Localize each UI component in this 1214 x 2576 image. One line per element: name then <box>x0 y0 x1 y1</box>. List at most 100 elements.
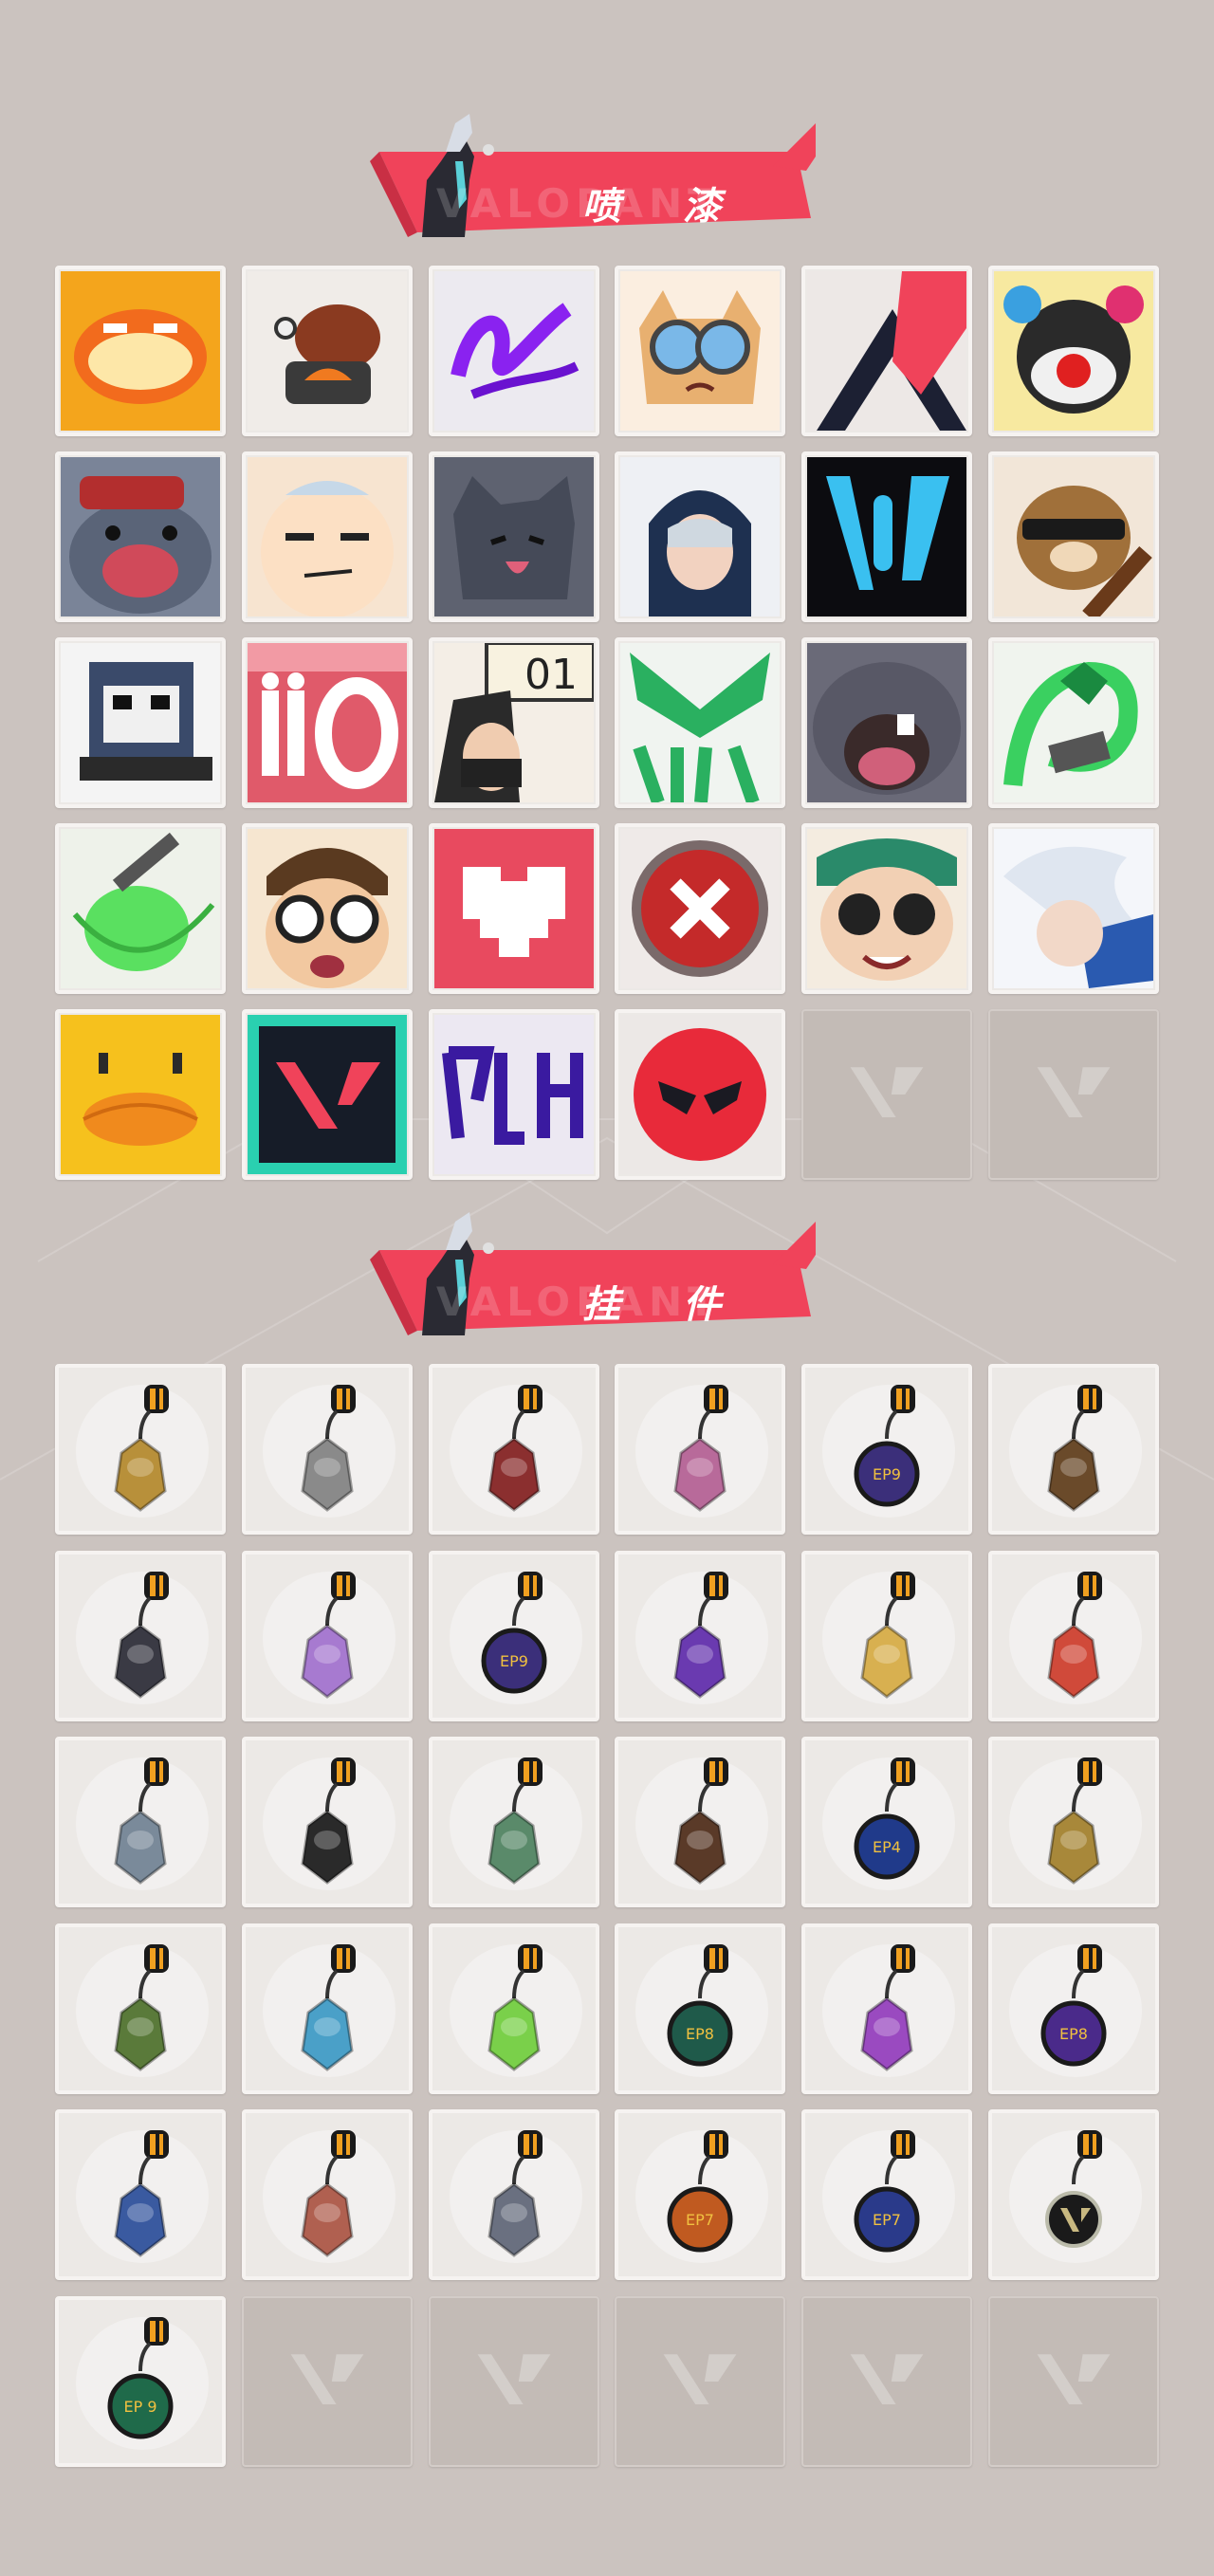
buddy-tile[interactable] <box>428 1923 599 2094</box>
black-dragon-buddy <box>59 1555 222 1718</box>
number-sign-agent-spray: 01 <box>433 643 594 802</box>
viper-green-spray <box>620 643 781 802</box>
buddy-tile[interactable]: EP8 <box>987 1923 1159 2094</box>
gray-pig-buddy <box>432 2113 596 2276</box>
svg-text:01: 01 <box>524 651 578 699</box>
buddy-tile[interactable] <box>801 1923 973 2094</box>
ammo-counter-spray <box>247 643 407 802</box>
fish-buddy <box>246 2113 409 2276</box>
microphone-buddy <box>246 1740 409 1904</box>
svg-text:EP8: EP8 <box>1059 2025 1088 2043</box>
spray-grid: 01 <box>55 266 1159 1180</box>
crying-seal-spray <box>61 457 220 616</box>
buddy-tile[interactable]: EP9 <box>801 1364 973 1535</box>
spray-tile[interactable] <box>428 451 599 622</box>
spray-tile[interactable] <box>241 637 413 808</box>
gray-cat-spray <box>433 457 594 616</box>
spray-tile[interactable] <box>987 451 1159 622</box>
buddy-tile[interactable] <box>241 1550 413 1721</box>
spray-tile[interactable] <box>801 451 973 622</box>
spray-tile[interactable] <box>428 266 599 436</box>
spray-tile[interactable] <box>241 1009 413 1180</box>
buddies-section-header: VALORANT 挂 件 <box>360 1203 854 1354</box>
ep9-medal-buddy: EP9 <box>805 1368 968 1531</box>
buddy-tile[interactable]: EP 9 <box>55 2295 226 2467</box>
spray-tile[interactable] <box>55 451 226 622</box>
golden-robot-buddy <box>992 1740 1155 1904</box>
red-angry-face-spray <box>620 1015 781 1174</box>
buddy-tile[interactable] <box>428 1364 599 1535</box>
buddy-tile[interactable] <box>55 2109 226 2280</box>
sprays-section-header: VALORANT 喷 漆 <box>360 104 854 256</box>
spray-tile[interactable] <box>615 1009 786 1180</box>
yellow-duck-spray <box>61 1015 220 1174</box>
blue-dagger-buddy <box>246 1927 409 2090</box>
buddy-tile[interactable] <box>241 1923 413 2094</box>
spray-tile[interactable] <box>615 451 786 622</box>
spray-tile[interactable] <box>241 451 413 622</box>
spray-tile[interactable] <box>55 266 226 436</box>
purple-pixel-heart-buddy <box>618 1555 782 1718</box>
buddy-tile[interactable] <box>428 2109 599 2280</box>
buddy-tile[interactable] <box>241 1737 413 1907</box>
spray-tile[interactable] <box>987 637 1159 808</box>
clown-face-spray <box>993 271 1153 431</box>
buddy-tile[interactable]: EP7 <box>801 2109 973 2280</box>
buddy-tile[interactable] <box>615 1737 786 1907</box>
buddy-tile[interactable] <box>241 1364 413 1535</box>
green-orb-spray <box>61 829 220 988</box>
empty-slot <box>801 2295 973 2467</box>
valorant-logo-icon <box>850 2353 924 2404</box>
spray-tile[interactable] <box>615 637 786 808</box>
buddy-tile[interactable] <box>55 1364 226 1535</box>
buddy-tile[interactable] <box>801 1550 973 1721</box>
spray-tile[interactable] <box>801 637 973 808</box>
empty-slot <box>801 1009 973 1180</box>
golden-cat-buddy <box>59 1368 222 1531</box>
spray-tile[interactable] <box>801 823 973 994</box>
spray-tile[interactable] <box>801 266 973 436</box>
buddy-tile[interactable] <box>55 1737 226 1907</box>
buddy-tile[interactable]: EP8 <box>615 1923 786 2094</box>
spray-tile[interactable] <box>55 637 226 808</box>
hooded-agent-spray <box>620 457 781 616</box>
buddy-tile[interactable] <box>55 1923 226 2094</box>
svg-text:EP9: EP9 <box>873 1465 901 1483</box>
purple-graffiti-spray <box>433 271 594 431</box>
orange-blob-face-spray <box>61 271 220 431</box>
spray-tile[interactable]: 01 <box>428 637 599 808</box>
buddy-tile[interactable] <box>987 1737 1159 1907</box>
buddy-tile[interactable]: EP4 <box>801 1737 973 1907</box>
valorant-logo-splash-spray <box>247 1015 407 1174</box>
spray-tile[interactable] <box>615 823 786 994</box>
buddy-tile[interactable] <box>615 1364 786 1535</box>
spray-tile[interactable] <box>987 823 1159 994</box>
pixel-sloth-spray <box>61 643 220 802</box>
buddy-tile[interactable] <box>987 2109 1159 2280</box>
valorant-logo-icon <box>290 2353 364 2404</box>
spray-tile[interactable] <box>615 266 786 436</box>
buddy-tile[interactable] <box>987 1364 1159 1535</box>
spray-tile[interactable] <box>241 823 413 994</box>
svg-text:EP 9: EP 9 <box>123 2398 156 2416</box>
skewer-buddy <box>992 1555 1155 1718</box>
svg-text:EP8: EP8 <box>686 2025 714 2043</box>
spray-tile[interactable] <box>428 1009 599 1180</box>
buddy-tile[interactable] <box>987 1550 1159 1721</box>
buddy-tile[interactable]: EP9 <box>428 1550 599 1721</box>
spray-tile[interactable] <box>987 266 1159 436</box>
buddy-tile[interactable] <box>615 1550 786 1721</box>
spray-tile[interactable] <box>55 1009 226 1180</box>
red-x-button-spray <box>620 829 781 988</box>
empty-slot <box>428 2295 599 2467</box>
buddy-tile[interactable] <box>55 1550 226 1721</box>
buddy-tile[interactable] <box>241 2109 413 2280</box>
white-hair-agent-spray <box>993 829 1153 988</box>
spray-tile[interactable] <box>241 266 413 436</box>
robot-chest-buddy <box>432 1740 596 1904</box>
spray-tile[interactable] <box>55 823 226 994</box>
spray-tile[interactable] <box>428 823 599 994</box>
buddy-tile[interactable]: EP7 <box>615 2109 786 2280</box>
ep7-orange-medal-buddy: EP7 <box>618 2113 782 2276</box>
buddy-tile[interactable] <box>428 1737 599 1907</box>
